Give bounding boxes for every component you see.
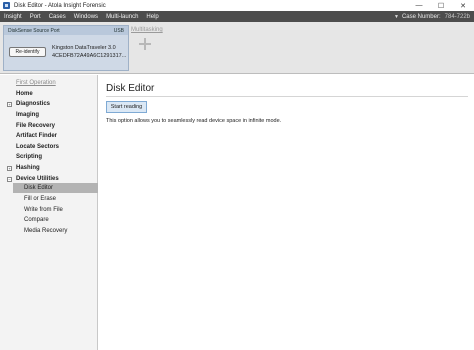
description-text: This option allows you to seamlessly rea… [106,118,282,124]
caret-down-icon: ▼ [394,13,399,20]
multitasking-link[interactable]: Multitasking [131,27,163,33]
menu-bar: Insight Port Cases Windows Multi-launch … [0,11,474,22]
source-port-label: DiskSense Source Port [8,27,60,34]
sidebar-subitem-write-from-file[interactable]: Write from File [13,205,98,215]
expand-diagnostics-icon[interactable]: + [7,102,12,107]
minimize-button[interactable]: — [408,0,430,11]
menu-help[interactable]: Help [142,14,162,20]
menu-multi-launch[interactable]: Multi-launch [102,14,142,20]
sidebar-subitem-fill-or-erase[interactable]: Fill or Erase [13,194,98,204]
sidebar-subitem-disk-editor[interactable]: Disk Editor [13,183,98,193]
device-model: Kingston DataTraveler 3.0 [52,45,116,51]
sidebar-item-hashing[interactable]: Hashing [16,165,40,171]
sidebar: First Operation Home + Diagnostics Imagi… [0,75,98,350]
sidebar-item-diagnostics[interactable]: Diagnostics [16,101,50,107]
sidebar-item-imaging[interactable]: Imaging [16,112,39,118]
expand-hashing-icon[interactable]: + [7,166,12,171]
app-icon [3,2,10,9]
menu-insight[interactable]: Insight [0,14,26,20]
sidebar-item-artifact-finder[interactable]: Artifact Finder [16,133,57,139]
start-reading-button[interactable]: Start reading [106,101,147,113]
menu-windows[interactable]: Windows [70,14,102,20]
title-bar: Disk Editor - Atola Insight Forensic — ☐… [0,0,474,11]
window-controls: — ☐ ✕ [408,0,474,11]
window-title: Disk Editor - Atola Insight Forensic [14,2,106,9]
sidebar-item-scripting[interactable]: Scripting [16,154,42,160]
sidebar-item-locate-sectors[interactable]: Locate Sectors [16,144,59,150]
menu-port[interactable]: Port [26,14,45,20]
interface-label: USB [113,27,124,34]
source-device-card[interactable]: DiskSense Source Port USB Re-identify Ki… [3,25,129,71]
sidebar-subitem-compare[interactable]: Compare [13,215,98,225]
sidebar-item-home[interactable]: Home [16,91,33,97]
device-serial: 4CEDFB72A49A6C1291317... [52,53,127,59]
case-number-selector[interactable]: ▼ Case Number: 784-722b [394,11,470,22]
collapse-device-utilities-icon[interactable]: − [7,177,12,182]
main-panel: Disk Editor Start reading This option al… [99,75,474,350]
add-device-plus-icon[interactable] [137,36,153,52]
page-title: Disk Editor [106,83,155,94]
title-divider [106,96,468,97]
source-port-header: DiskSense Source Port USB [4,26,128,35]
close-button[interactable]: ✕ [452,0,474,11]
case-number-label: Case Number: [401,13,441,20]
maximize-button[interactable]: ☐ [430,0,452,11]
sidebar-item-file-recovery[interactable]: File Recovery [16,123,55,129]
device-strip: DiskSense Source Port USB Re-identify Ki… [0,22,474,74]
sidebar-item-device-utilities[interactable]: Device Utilities [16,176,59,182]
re-identify-button[interactable]: Re-identify [9,47,46,57]
first-operation-link[interactable]: First Operation [16,80,56,86]
sidebar-subitem-media-recovery[interactable]: Media Recovery [13,226,98,236]
menu-cases[interactable]: Cases [45,14,70,20]
case-number-value: 784-722b [444,13,470,20]
